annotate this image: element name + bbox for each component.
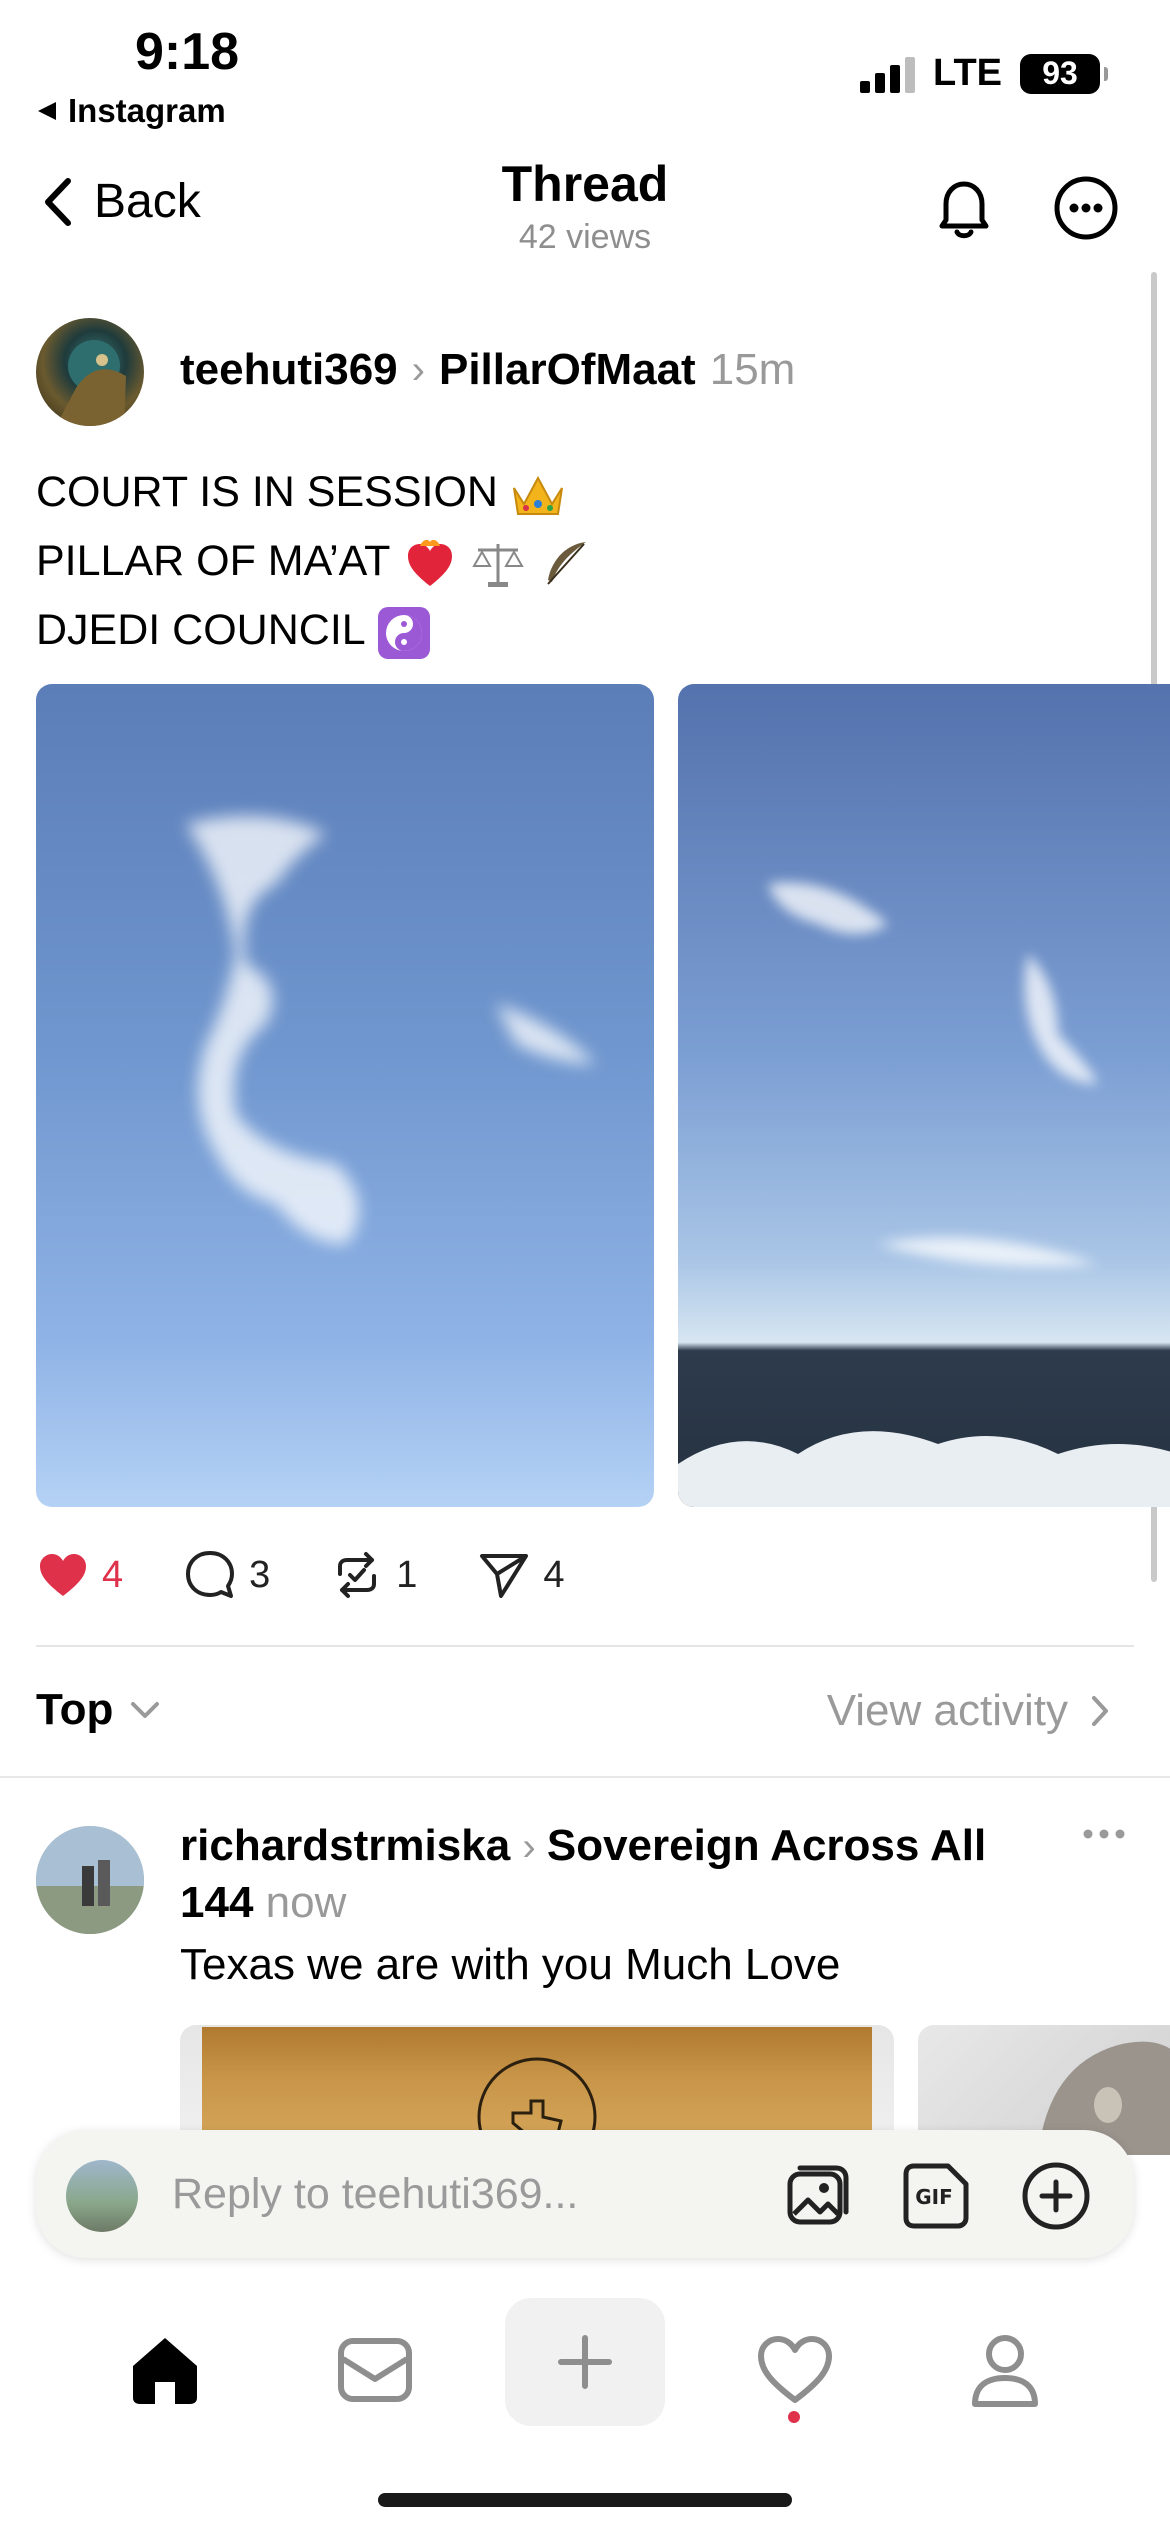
battery-level: 93 xyxy=(1042,55,1078,91)
tab-create[interactable] xyxy=(505,2298,665,2426)
bell-icon xyxy=(939,181,989,239)
post-line: PILLAR OF MA’AT xyxy=(36,527,594,596)
comment-count: 3 xyxy=(249,1553,271,1596)
comment-button[interactable]: 3 xyxy=(183,1548,270,1602)
post-line-text: PILLAR OF MA’AT xyxy=(36,537,390,585)
home-icon xyxy=(133,2338,197,2404)
post-header: teehuti369 › PillarOfMaat 15m xyxy=(180,345,795,395)
heart-filled-icon xyxy=(40,1554,86,1596)
gif-button[interactable]: GIF xyxy=(900,2160,972,2237)
crown-emoji-icon xyxy=(512,475,563,515)
reply-more-button[interactable] xyxy=(1080,1826,1128,1847)
tab-activity[interactable] xyxy=(745,2320,845,2420)
divider xyxy=(0,1776,1170,1778)
view-activity-link[interactable]: View activity xyxy=(827,1686,1110,1736)
send-paper-plane-icon xyxy=(480,1554,529,1598)
battery-icon: 93 xyxy=(1020,53,1108,94)
profile-icon xyxy=(972,2335,1038,2407)
post-body: COURT IS IN SESSION PILLAR OF MA’AT DJED… xyxy=(36,458,594,665)
post-time: 15m xyxy=(709,345,796,394)
reply-username[interactable]: richardstrmiska xyxy=(180,1821,510,1870)
network-type: LTE xyxy=(933,52,1002,94)
chevron-right-icon: › xyxy=(522,1825,547,1869)
notification-bell-button[interactable] xyxy=(928,172,1000,249)
reply-input[interactable]: Reply to teehuti369... xyxy=(172,2170,578,2219)
sort-dropdown[interactable]: Top xyxy=(36,1685,161,1735)
status-indicators: LTE 93 xyxy=(860,52,1108,95)
image-gallery-icon xyxy=(787,2165,849,2225)
back-triangle-icon xyxy=(38,102,56,120)
signal-icon xyxy=(860,55,916,93)
balance-scale-emoji-icon xyxy=(471,543,524,587)
post-community[interactable]: PillarOfMaat xyxy=(439,345,696,395)
avatar[interactable] xyxy=(36,318,144,426)
reply-time: now xyxy=(265,1878,347,1927)
avatar[interactable] xyxy=(36,1826,144,1934)
like-button[interactable]: 4 xyxy=(36,1550,123,1600)
like-count: 4 xyxy=(102,1553,124,1596)
back-to-app[interactable]: Instagram xyxy=(36,92,226,130)
activity-heart-icon xyxy=(758,2336,832,2403)
avatar-image xyxy=(56,340,126,426)
post-image-sky-clouds[interactable] xyxy=(36,684,654,1507)
sort-label: Top xyxy=(36,1685,114,1734)
post-line: DJEDI COUNCIL xyxy=(36,596,594,665)
heart-on-fire-emoji-icon xyxy=(407,539,452,586)
tab-inbox[interactable] xyxy=(325,2320,425,2420)
repost-icon xyxy=(338,1552,377,1598)
add-attachment-button[interactable] xyxy=(1018,2158,1094,2239)
tab-profile[interactable] xyxy=(955,2320,1055,2420)
chevron-down-icon xyxy=(131,1702,160,1718)
chevron-right-icon xyxy=(1092,1696,1108,1726)
status-time: 9:18 xyxy=(135,23,240,81)
activity-notification-dot xyxy=(788,2411,800,2423)
cloud-photo-1 xyxy=(186,816,596,1244)
post-image-ocean[interactable] xyxy=(678,684,1170,1507)
post-actions: 4 3 1 4 xyxy=(36,1548,625,1602)
create-plus-icon xyxy=(558,2335,612,2389)
reply-body: Texas we are with you Much Love xyxy=(180,1940,841,1989)
divider xyxy=(36,1645,1134,1647)
tab-home[interactable] xyxy=(115,2320,215,2420)
composer-avatar xyxy=(66,2160,138,2232)
share-button[interactable]: 4 xyxy=(477,1548,565,1602)
feather-emoji-icon xyxy=(546,541,586,585)
avatar-image xyxy=(36,1826,144,1934)
post-line: COURT IS IN SESSION xyxy=(36,458,594,527)
chevron-right-icon: › xyxy=(411,347,425,392)
svg-text:GIF: GIF xyxy=(915,2185,953,2209)
comment-bubble-icon xyxy=(186,1551,235,1598)
inbox-icon xyxy=(338,2338,412,2402)
plus-circle-icon xyxy=(1022,2162,1090,2230)
back-app-label: Instagram xyxy=(68,92,226,129)
attach-image-button[interactable] xyxy=(782,2160,854,2237)
view-activity-label: View activity xyxy=(826,1686,1068,1735)
post-username[interactable]: teehuti369 xyxy=(180,345,398,395)
ellipsis-icon xyxy=(1083,1829,1125,1839)
gif-icon: GIF xyxy=(903,2163,969,2229)
more-options-button[interactable] xyxy=(1050,172,1122,249)
home-indicator xyxy=(378,2493,792,2507)
share-count: 4 xyxy=(543,1553,565,1596)
yin-yang-emoji-icon xyxy=(378,606,431,659)
repost-button[interactable]: 1 xyxy=(330,1548,417,1602)
post-line-text: COURT IS IN SESSION xyxy=(36,468,498,516)
repost-count: 1 xyxy=(396,1553,418,1596)
more-circle-icon xyxy=(1054,176,1118,240)
reply-header: richardstrmiska › Sovereign Across All 1… xyxy=(180,1818,1040,1931)
ocean-photo-2 xyxy=(678,882,1170,1507)
post-line-text: DJEDI COUNCIL xyxy=(36,606,365,654)
